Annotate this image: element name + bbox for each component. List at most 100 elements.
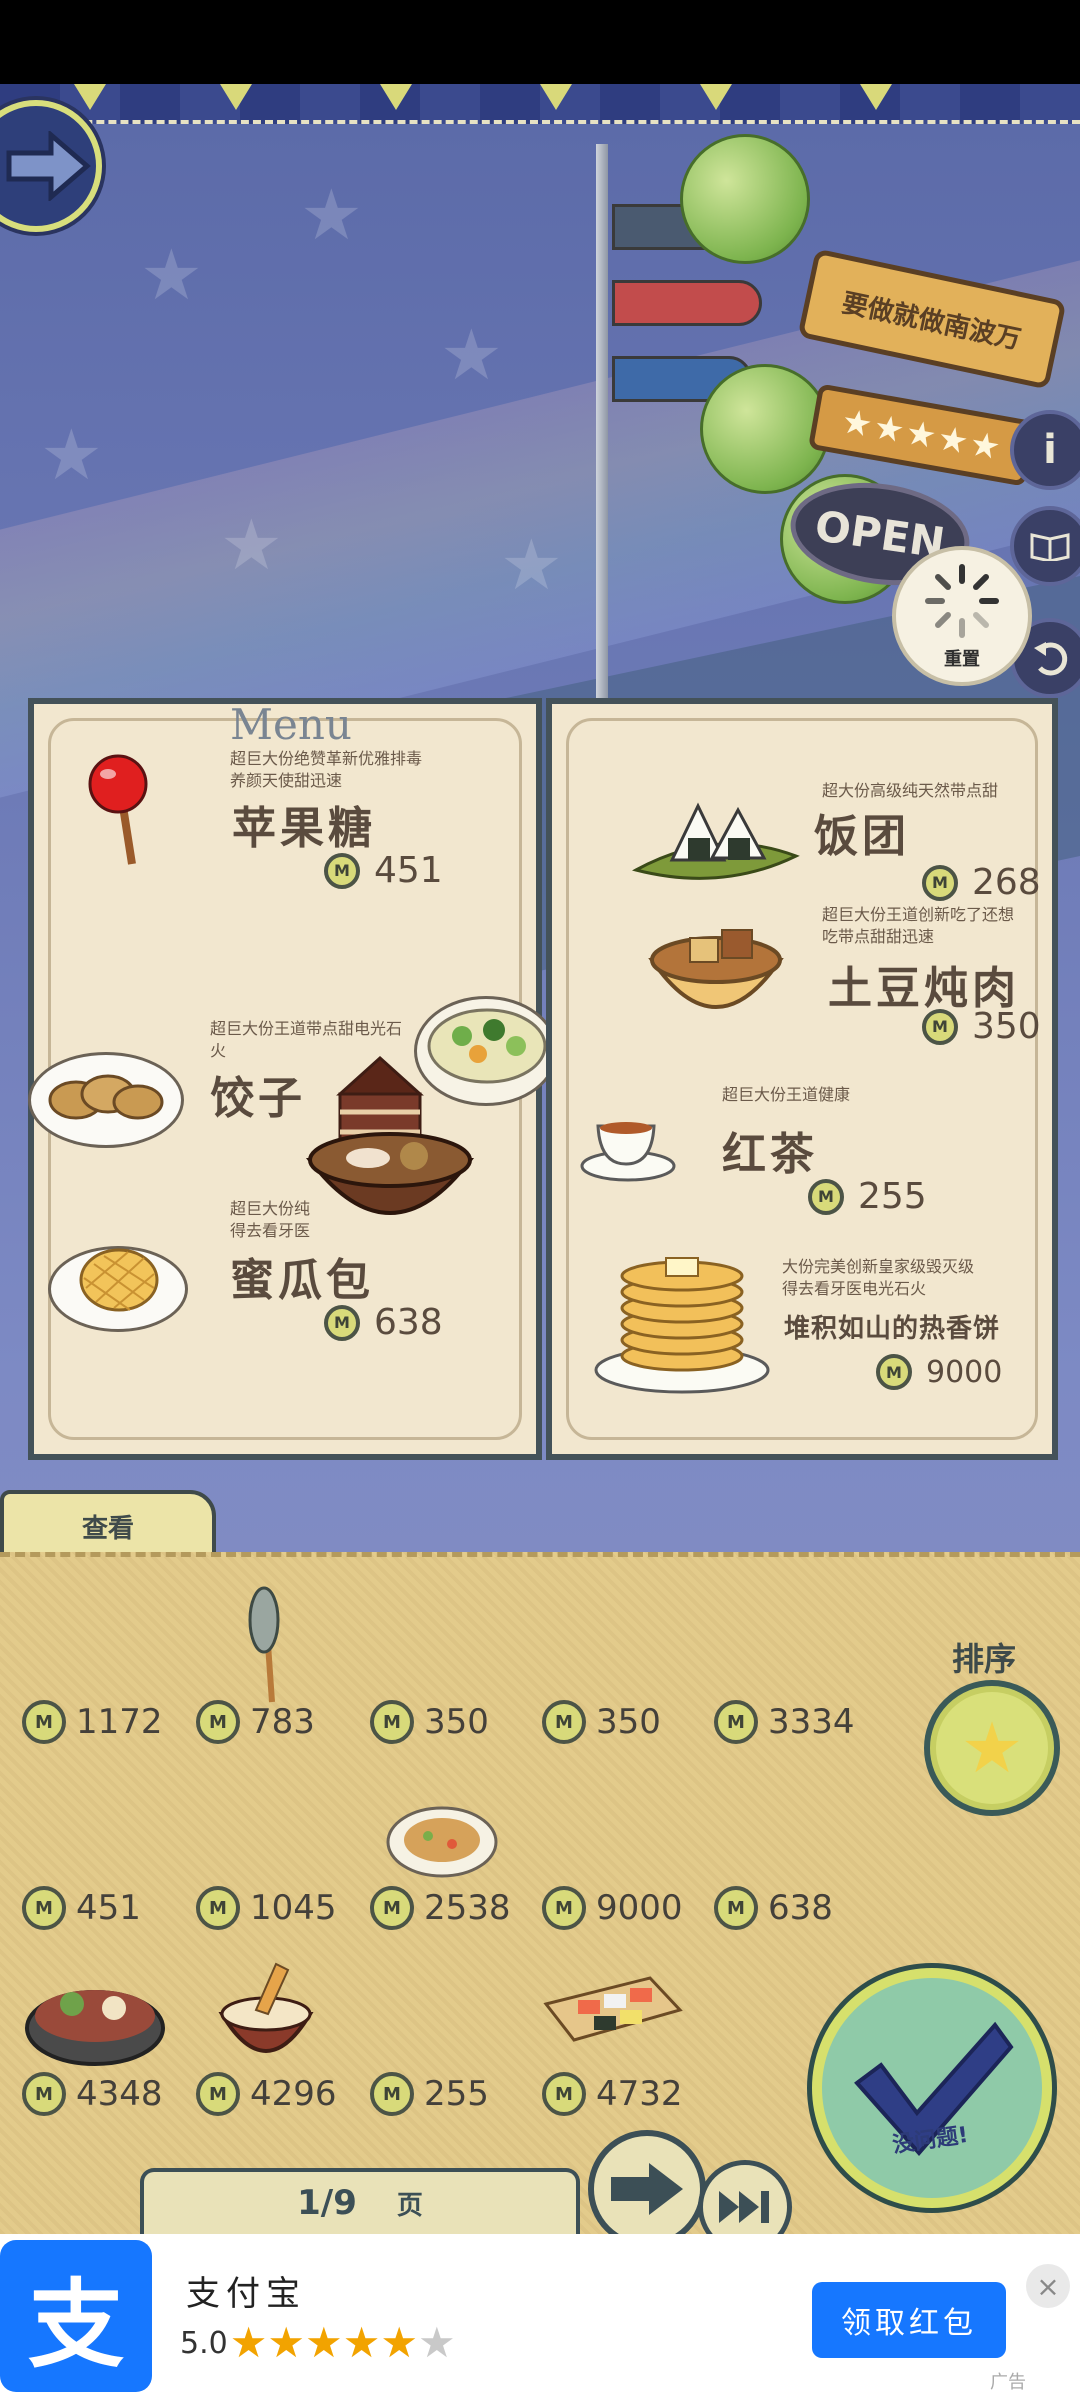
sort-label: 排序 <box>952 1640 1017 1678</box>
bunting-flag <box>74 84 106 110</box>
info-button[interactable]: i <box>1010 410 1080 490</box>
coin-icon <box>196 1700 240 1744</box>
ad-tag: 广告 <box>990 2372 1026 2393</box>
black-tea-icon <box>580 1122 676 1182</box>
sort-button[interactable]: ★ <box>924 1680 1060 1816</box>
arrow-right-icon <box>611 2163 683 2215</box>
coin-icon <box>324 852 360 889</box>
dish-description: 超巨大份王道健康 <box>722 1085 851 1104</box>
candy-apple-icon <box>88 754 148 865</box>
reset-button[interactable]: 重置 <box>892 546 1032 686</box>
dish-price: 451 <box>324 850 443 891</box>
catalog-item[interactable]: 350 <box>542 1700 661 1744</box>
ad-rating: 5.0 ★★★★★★ <box>180 2322 456 2365</box>
star-icon: ★ <box>267 2318 306 2367</box>
close-icon[interactable]: × <box>1026 2264 1070 2308</box>
menu-page-right: 超大份高级纯天然带点甜 饭团 268 超巨大份王道创新吃了还想 吃带点甜甜迅速 … <box>546 698 1058 1460</box>
coin-icon <box>324 1304 360 1341</box>
star-decoration: ★ <box>40 414 103 496</box>
coin-icon <box>922 1008 958 1045</box>
dish-description: 超巨大份纯 得去看牙医 <box>230 1199 311 1240</box>
bunting-flag <box>540 84 572 110</box>
pagination: 1/9 页 <box>140 2168 580 2234</box>
ad-rating-value: 5.0 <box>180 2326 228 2361</box>
star-icon: ★ <box>229 2318 268 2367</box>
dish-name: 堆积如山的热香饼 <box>784 1314 1001 1344</box>
catalog-item[interactable]: 3334 <box>714 1700 855 1744</box>
loading-spinner-icon <box>925 564 999 638</box>
flag-pole <box>596 144 608 704</box>
star-icon: ★ <box>305 2318 343 2367</box>
dish-price: 268 <box>922 862 1041 903</box>
menu-title: Menu <box>230 700 352 749</box>
skewer-icon <box>248 1586 280 1703</box>
melon-bread-icon <box>79 1248 159 1312</box>
dish-name: 蜜瓜包 <box>230 1255 374 1306</box>
star-icon: ★ <box>960 1707 1024 1789</box>
arrow-right-icon <box>6 131 91 201</box>
ad-banner[interactable]: 支 支付宝 5.0 ★★★★★★ 领取红包 × 广告 <box>0 2234 1080 2400</box>
coin-icon <box>22 1886 66 1930</box>
catalog-item[interactable]: 350 <box>370 1700 489 1744</box>
coin-icon <box>714 1700 758 1744</box>
catalog-item[interactable]: 638 <box>714 1886 833 1930</box>
dish-name: 饭团 <box>814 811 910 862</box>
shop-sign: 要做就做南波万 <box>797 204 1067 390</box>
catalog-item[interactable]: 255 <box>370 2072 489 2116</box>
bunting-flag <box>220 84 252 110</box>
book-button[interactable] <box>1010 506 1080 586</box>
catalog-item[interactable]: 783 <box>196 1700 315 1744</box>
fast-forward-icon <box>719 2191 769 2223</box>
salad-icon <box>427 1008 547 1084</box>
catalog-item[interactable]: 2538 <box>370 1886 511 1930</box>
coin-icon <box>876 1354 912 1390</box>
dish-price: 638 <box>324 1302 443 1343</box>
dish-price: 350 <box>922 1006 1041 1047</box>
next-page-button[interactable] <box>588 2130 706 2248</box>
coin-icon <box>22 2072 66 2116</box>
page-unit: 页 <box>396 2190 423 2221</box>
catalog-item[interactable]: 9000 <box>542 1886 683 1930</box>
ramen-bowl-icon <box>305 1132 475 1215</box>
confirm-button[interactable]: 没问题! <box>812 1968 1052 2208</box>
potato-stew-icon <box>648 929 784 1009</box>
catalog-item[interactable]: 1045 <box>196 1886 337 1930</box>
shop-sign-board: 要做就做南波万 <box>797 248 1067 390</box>
coin-icon <box>370 1700 414 1744</box>
coin-icon <box>808 1178 844 1215</box>
coin-icon <box>196 1886 240 1930</box>
pancake-stack-icon <box>594 1257 770 1394</box>
star-decoration: ★ <box>300 174 363 256</box>
catalog-item[interactable]: 4348 <box>22 2072 163 2116</box>
catalog-item[interactable]: 1172 <box>22 1700 163 1744</box>
coin-icon <box>22 1700 66 1744</box>
bunting-flag <box>700 84 732 110</box>
coin-icon <box>714 1886 758 1930</box>
catalog-item[interactable]: 4296 <box>196 2072 337 2116</box>
catalog-item[interactable]: 451 <box>22 1886 141 1930</box>
catalog-item[interactable]: 4732 <box>542 2072 683 2116</box>
sushi-platter-icon <box>543 1976 683 2042</box>
rice-ball-icon <box>632 802 800 880</box>
undo-icon <box>1034 642 1068 676</box>
bunting-flag <box>380 84 412 110</box>
star-decoration: ★ <box>500 524 563 606</box>
dish-price: 9000 <box>876 1354 1002 1390</box>
dish-description: 大份完美创新皇家级毁灭级 得去看牙医电光石火 <box>782 1257 975 1298</box>
ad-app-name: 支付宝 <box>186 2274 306 2314</box>
ad-cta-button[interactable]: 领取红包 <box>812 2282 1006 2358</box>
star-decoration: ★ <box>440 314 503 396</box>
dish-description: 超大份高级纯天然带点甜 <box>822 781 999 800</box>
star-decoration: ★ <box>220 504 283 586</box>
dish-name: 红茶 <box>722 1129 818 1180</box>
coin-icon <box>370 1886 414 1930</box>
dish-description: 超巨大份绝赞革新优雅排毒 养颜天使甜迅速 <box>230 749 423 790</box>
star-decoration: ★ <box>140 234 203 316</box>
bunting-flag <box>860 84 892 110</box>
ad-rating-stars: ★★★★★★ <box>230 2322 456 2365</box>
coin-icon <box>196 2072 240 2116</box>
coin-icon <box>922 864 958 901</box>
carp-streamer <box>612 280 762 326</box>
star-icon: ★ <box>342 2318 381 2367</box>
dumplings-icon <box>48 1074 164 1120</box>
